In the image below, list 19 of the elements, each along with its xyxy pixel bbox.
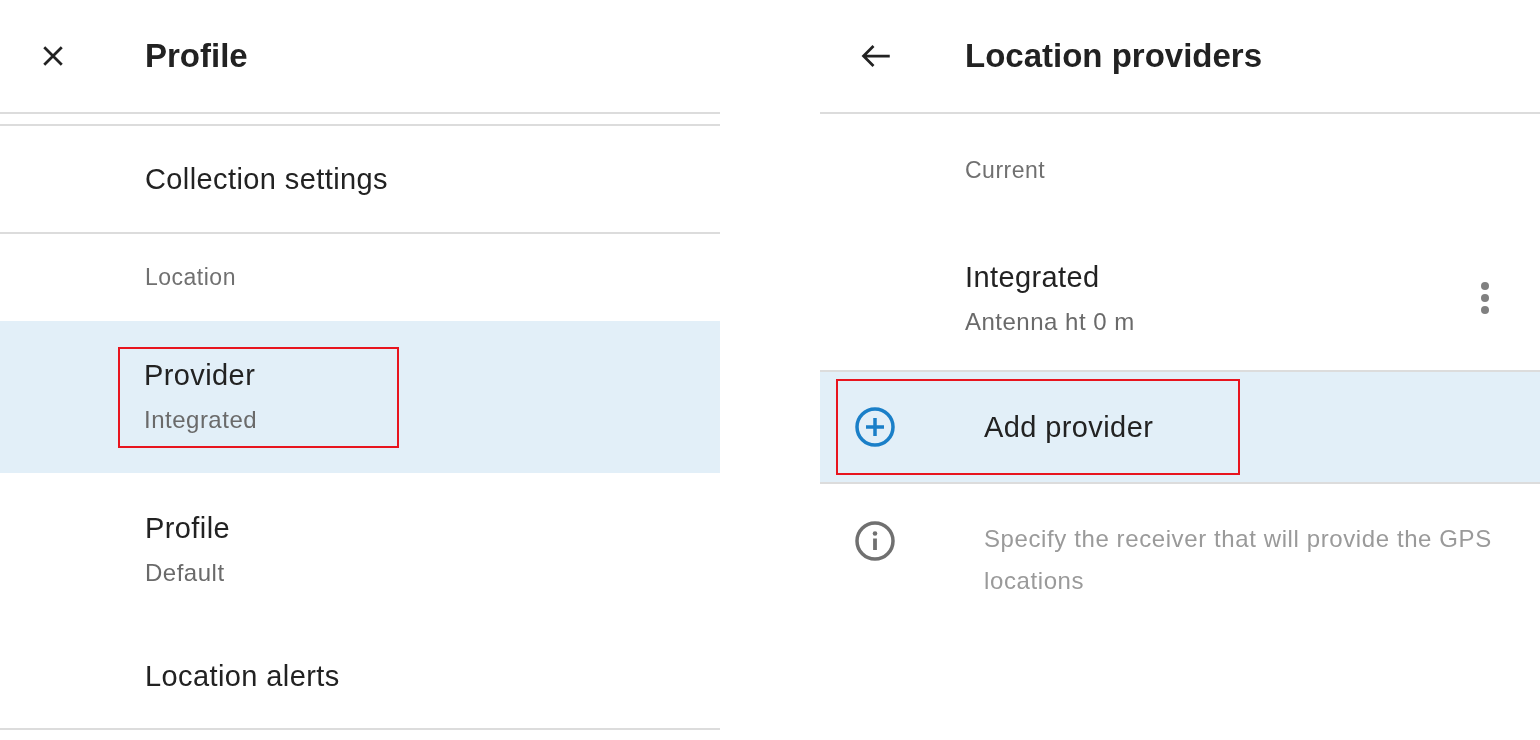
- add-circle-icon: [854, 406, 896, 448]
- row-value: Default: [145, 558, 226, 587]
- screen-title: Profile: [145, 37, 248, 75]
- add-provider-row[interactable]: Add provider: [820, 372, 1540, 484]
- provider-detail: Antenna ht 0 m: [965, 307, 1135, 336]
- more-options-icon[interactable]: [1480, 281, 1490, 315]
- row-title: Collection settings: [145, 162, 388, 196]
- row-value: Integrated: [144, 405, 258, 434]
- help-text: Specify the receiver that will provide the GPS locations: [984, 524, 1493, 596]
- row-title: Location alerts: [145, 660, 340, 693]
- row-title: Provider: [144, 358, 257, 392]
- section-header: Location: [145, 264, 236, 291]
- row-title: Add provider: [984, 410, 1154, 444]
- screen-title: Location providers: [965, 37, 1263, 75]
- info-icon: [854, 520, 896, 562]
- provider-name: Integrated: [965, 260, 1101, 294]
- section-header: Current: [965, 156, 1046, 184]
- settings-row[interactable]: Provider Integrated: [0, 321, 720, 473]
- row-title: Profile: [145, 511, 230, 545]
